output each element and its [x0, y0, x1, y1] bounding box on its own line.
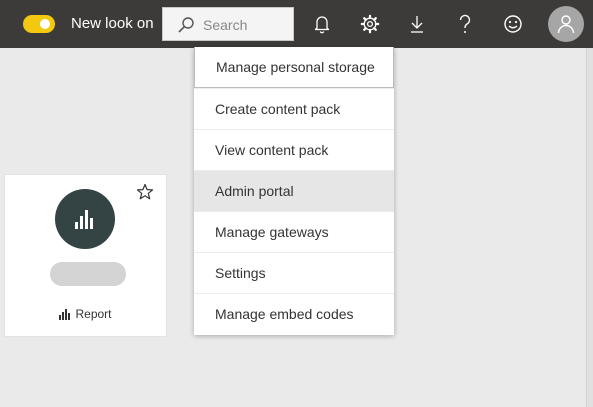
- right-scroll-edge: [586, 48, 593, 407]
- smiley-icon[interactable]: [499, 10, 527, 38]
- favorite-star-icon[interactable]: [136, 183, 154, 201]
- report-type-icon: [59, 308, 71, 320]
- menu-item-manage-gateways[interactable]: Manage gateways: [194, 211, 394, 252]
- menu-item-admin-portal[interactable]: Admin portal: [194, 170, 394, 211]
- search-box[interactable]: [162, 7, 294, 41]
- menu-item-manage-embed-codes[interactable]: Manage embed codes: [194, 293, 394, 334]
- report-card[interactable]: Report: [4, 174, 167, 337]
- search-icon: [178, 17, 194, 33]
- search-input[interactable]: [203, 16, 289, 34]
- new-look-toggle[interactable]: [23, 15, 55, 33]
- menu-item-settings[interactable]: Settings: [194, 252, 394, 293]
- report-type: Report: [5, 307, 166, 321]
- toggle-knob: [40, 19, 50, 29]
- report-thumbnail: [55, 189, 115, 249]
- menu-item-create-content-pack[interactable]: Create content pack: [194, 88, 394, 129]
- menu-item-manage-personal-storage[interactable]: Manage personal storage: [194, 47, 394, 88]
- report-type-label: Report: [75, 307, 112, 321]
- bar-chart-icon: [75, 210, 93, 229]
- menu-item-label: Settings: [215, 265, 266, 281]
- user-avatar-icon: [557, 15, 575, 34]
- gear-icon[interactable]: [356, 10, 384, 38]
- user-avatar[interactable]: [548, 6, 584, 42]
- help-icon[interactable]: [451, 10, 479, 38]
- menu-item-label: Manage embed codes: [215, 306, 354, 322]
- settings-dropdown: Manage personal storage Create content p…: [194, 47, 394, 335]
- new-look-label: New look on: [71, 15, 154, 32]
- menu-item-label: Manage personal storage: [216, 59, 375, 75]
- menu-item-label: View content pack: [215, 142, 329, 158]
- menu-item-view-content-pack[interactable]: View content pack: [194, 129, 394, 170]
- download-icon[interactable]: [403, 10, 431, 38]
- menu-item-label: Admin portal: [215, 183, 294, 199]
- menu-item-label: Manage gateways: [215, 224, 329, 240]
- bell-icon[interactable]: [308, 10, 336, 38]
- report-name-placeholder: [50, 262, 126, 286]
- top-bar: New look on: [0, 0, 593, 48]
- menu-item-label: Create content pack: [215, 101, 341, 117]
